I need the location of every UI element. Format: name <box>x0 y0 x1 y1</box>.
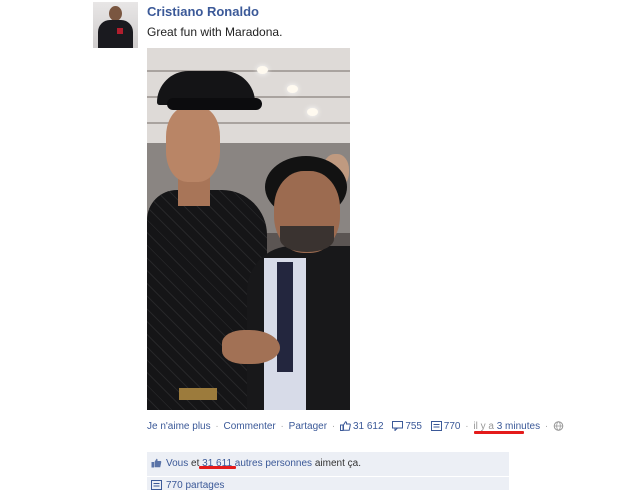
person-right-hand <box>222 330 280 364</box>
avatar-head-shape <box>109 6 122 21</box>
likes-summary-box: Vous et 31 611 autres personnes aiment ç… <box>147 452 509 476</box>
comment-link[interactable]: Commenter <box>224 421 276 432</box>
shares-label: 770 partages <box>166 480 225 491</box>
likes-summary-text: Vous et 31 611 autres personnes aiment ç… <box>151 458 361 469</box>
globe-icon[interactable] <box>553 421 564 431</box>
post-caption: Great fun with Maradona. <box>147 25 283 39</box>
likes-you[interactable]: Vous <box>166 458 188 469</box>
post-photo[interactable] <box>147 48 350 410</box>
avatar-shirt-badge <box>117 28 123 34</box>
thumbs-up-icon <box>151 458 162 468</box>
comment-bubble-icon <box>392 421 404 431</box>
share-count: 770 <box>443 421 461 432</box>
likes-suffix: aiment ça. <box>314 458 361 469</box>
timestamp-red-underline <box>474 431 524 434</box>
person-right-tie <box>277 262 293 372</box>
share-icon <box>151 480 162 490</box>
shares-summary-link[interactable]: 770 partages <box>151 480 224 491</box>
thumbs-up-icon <box>339 421 351 431</box>
shares-summary-box: 770 partages <box>147 477 509 491</box>
like-count-group[interactable]: 31 612 <box>339 421 386 432</box>
unlike-link[interactable]: Je n'aime plus <box>147 421 211 432</box>
like-count: 31 612 <box>352 421 384 432</box>
comment-count-group[interactable]: 755 <box>392 421 424 432</box>
author-avatar[interactable] <box>93 2 138 48</box>
likes-others-label[interactable]: autres personnes <box>235 458 312 469</box>
author-name-link[interactable]: Cristiano Ronaldo <box>147 4 259 19</box>
separator: · <box>215 421 219 432</box>
comment-count: 755 <box>405 421 422 432</box>
likes-red-underline <box>199 466 236 469</box>
share-link[interactable]: Partager <box>289 421 327 432</box>
share-icon <box>430 421 442 431</box>
avatar-body-shape <box>98 20 133 48</box>
person-left-face <box>166 106 220 182</box>
share-count-group[interactable]: 770 <box>430 421 463 432</box>
